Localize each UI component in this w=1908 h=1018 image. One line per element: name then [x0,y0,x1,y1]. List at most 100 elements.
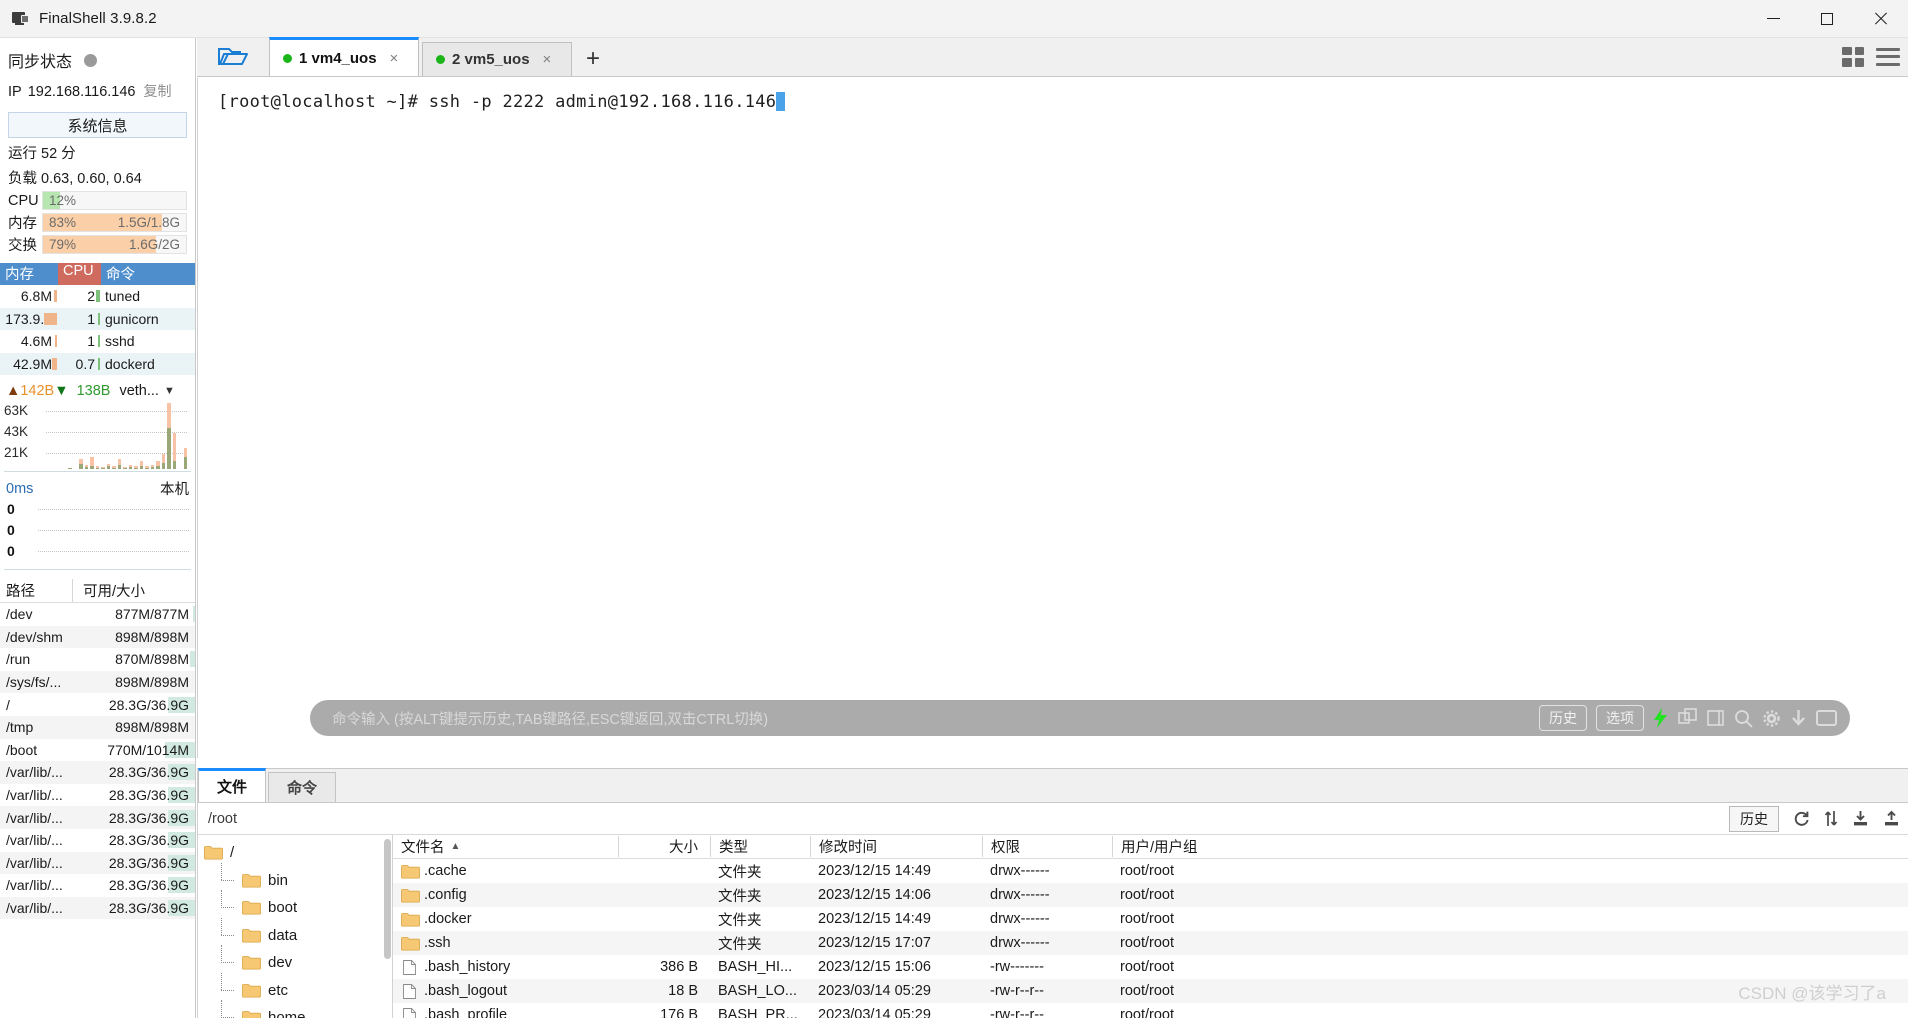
file-row[interactable]: .bash_logout 18 B BASH_LO... 2023/03/14 05:… [393,979,1908,1003]
command-options-button[interactable]: 选项 [1596,705,1644,731]
disk-col-size[interactable]: 可用/大小 [72,579,195,602]
file-name: .ssh [424,935,451,951]
file-row[interactable]: .docker 文件夹 2023/12/15 14:49 drwx------ root… [393,907,1908,931]
disk-row[interactable]: /tmp 898M/898M [0,715,195,739]
new-tab-button[interactable]: + [575,42,611,76]
search-icon[interactable] [1734,709,1753,728]
file-list-header: 文件名 ▲ 大小 类型 修改时间 权限 用户/用户组 [393,835,1908,859]
disk-row[interactable]: /var/lib/... 28.3G/36.9G [0,851,195,875]
disk-usage: 877M/877M [72,606,195,623]
column-header-owner[interactable]: 用户/用户组 [1112,836,1908,857]
folder-icon [242,1010,261,1018]
column-header-type[interactable]: 类型 [710,836,810,857]
column-header-permissions[interactable]: 权限 [982,836,1112,857]
file-name-cell: .config [393,887,618,903]
file-panel-tab-2[interactable]: 命令 [268,772,336,802]
disk-col-path[interactable]: 路径 [0,580,72,601]
disk-row[interactable]: /var/lib/... 28.3G/36.9G [0,828,195,852]
disk-row[interactable]: /var/lib/... 28.3G/36.9G [0,783,195,807]
process-col-cmd[interactable]: 命令 [101,263,195,285]
system-info-button[interactable]: 系统信息 [8,112,187,138]
tab-close-icon[interactable]: × [543,51,552,68]
ping-target[interactable]: 本机 [160,478,189,499]
terminal-output-area[interactable]: [root@localhost ~]# ssh -p 2222 admin@19… [197,78,1908,758]
file-row[interactable]: .cache 文件夹 2023/12/15 14:49 drwx------ root/… [393,859,1908,883]
disk-row[interactable]: /var/lib/... 28.3G/36.9G [0,806,195,829]
network-interface-name[interactable]: veth... [119,383,159,399]
disk-row[interactable]: / 28.3G/36.9G [0,693,195,716]
open-connection-manager-button[interactable] [197,37,269,76]
tree-node-bin[interactable]: bin [198,862,392,895]
disk-usage: 28.3G/36.9G [72,900,195,917]
disk-path: /sys/fs/... [6,674,62,691]
file-type: 文件夹 [718,912,762,929]
file-row[interactable]: .ssh 文件夹 2023/12/15 17:07 drwx------ root/ro… [393,931,1908,955]
process-row[interactable]: 173.9... 1 gunicorn [0,307,195,330]
disk-row[interactable]: /dev 877M/877M [0,603,195,626]
app-monitor-icon [12,11,29,26]
file-panel-tab-1[interactable]: 文件 [198,768,266,802]
process-col-mem[interactable]: 内存 [0,263,58,285]
download-icon[interactable] [1790,709,1807,728]
tree-node-etc[interactable]: etc [198,972,392,1005]
tree-node-root[interactable]: / [198,839,392,867]
disk-row[interactable]: /dev/shm 898M/898M [0,625,195,649]
current-path[interactable]: /root [208,811,237,827]
command-history-button[interactable]: 历史 [1539,705,1587,731]
terminal-tab-1[interactable]: 1 vm4_uos × [269,37,419,76]
disk-row[interactable]: /var/lib/... 28.3G/36.9G [0,874,195,897]
column-header-filename[interactable]: 文件名 ▲ [393,836,618,857]
chevron-down-icon[interactable]: ▼ [164,385,175,397]
tab-close-icon[interactable]: × [390,50,399,67]
copy-ip-button[interactable]: 复制 [143,81,171,101]
download-icon[interactable] [1852,810,1869,827]
refresh-icon[interactable] [1793,810,1810,827]
disk-row[interactable]: /var/lib/... 28.3G/36.9G [0,896,195,920]
path-history-button[interactable]: 历史 [1729,805,1779,832]
sync-status-row: 同步状态 [0,38,195,78]
tree-node-boot[interactable]: boot [198,890,392,922]
column-header-size[interactable]: 大小 [618,836,710,857]
close-button[interactable] [1854,0,1908,38]
tree-node-dev[interactable]: dev [198,945,392,977]
gear-icon[interactable] [1762,709,1781,728]
upload-icon[interactable] [1883,810,1900,827]
file-row[interactable]: .config 文件夹 2023/12/15 14:06 drwx------ root… [393,883,1908,907]
hamburger-menu-icon[interactable] [1876,47,1900,66]
disk-path: /boot [6,741,38,758]
disk-row[interactable]: /run 870M/898M [0,648,195,671]
disk-path: /var/lib/... [6,809,63,826]
maximize-button[interactable] [1800,0,1854,38]
process-row[interactable]: 4.6M 1 sshd [0,330,195,353]
fullscreen-icon[interactable] [1816,709,1837,727]
terminal-tab-2[interactable]: 2 vm5_uos × [422,42,572,76]
meter-size: 1.6G/2G [128,237,180,252]
disk-row[interactable]: /boot 770M/1014M [0,738,195,762]
minimize-button[interactable] [1746,0,1800,38]
file-mtime: 2023/03/14 05:29 [818,983,931,999]
disk-row[interactable]: /var/lib/... 28.3G/36.9G [0,761,195,784]
tree-node-home[interactable]: home [198,1000,392,1018]
ping-value: 0ms [6,480,34,497]
file-icon [401,983,418,999]
file-row[interactable]: .bash_profile 176 B BASH_PR... 2023/03/14 0… [393,1003,1908,1018]
meter-label: 内存 [8,216,37,232]
process-row[interactable]: 6.8M 2 tuned [0,285,195,308]
file-name: .bash_logout [424,983,508,999]
copy-windows-icon[interactable] [1678,708,1698,728]
file-panel-tabs: 文件 命令 [198,768,1908,803]
disk-row[interactable]: /sys/fs/... 898M/898M [0,670,195,694]
meter-row-CPU: CPU 12% [0,188,195,210]
download-rate: 138B [76,383,111,399]
lightning-icon[interactable] [1653,708,1669,728]
grid-view-icon[interactable] [1842,46,1864,67]
column-header-mtime[interactable]: 修改时间 [810,836,982,857]
disk-usage: 770M/1014M [72,741,195,758]
file-row[interactable]: .bash_history 386 B BASH_HI... 2023/12/15 1… [393,955,1908,979]
command-input-bar[interactable]: 命令输入 (按ALT键提示历史,TAB键路径,ESC键返回,双击CTRL切换) … [310,700,1850,736]
tree-node-data[interactable]: data [198,917,392,950]
process-row[interactable]: 42.9M 0.7 dockerd [0,352,195,375]
process-col-cpu[interactable]: CPU [58,263,101,285]
paste-icon[interactable] [1707,708,1725,728]
sort-icon[interactable] [1824,810,1838,827]
